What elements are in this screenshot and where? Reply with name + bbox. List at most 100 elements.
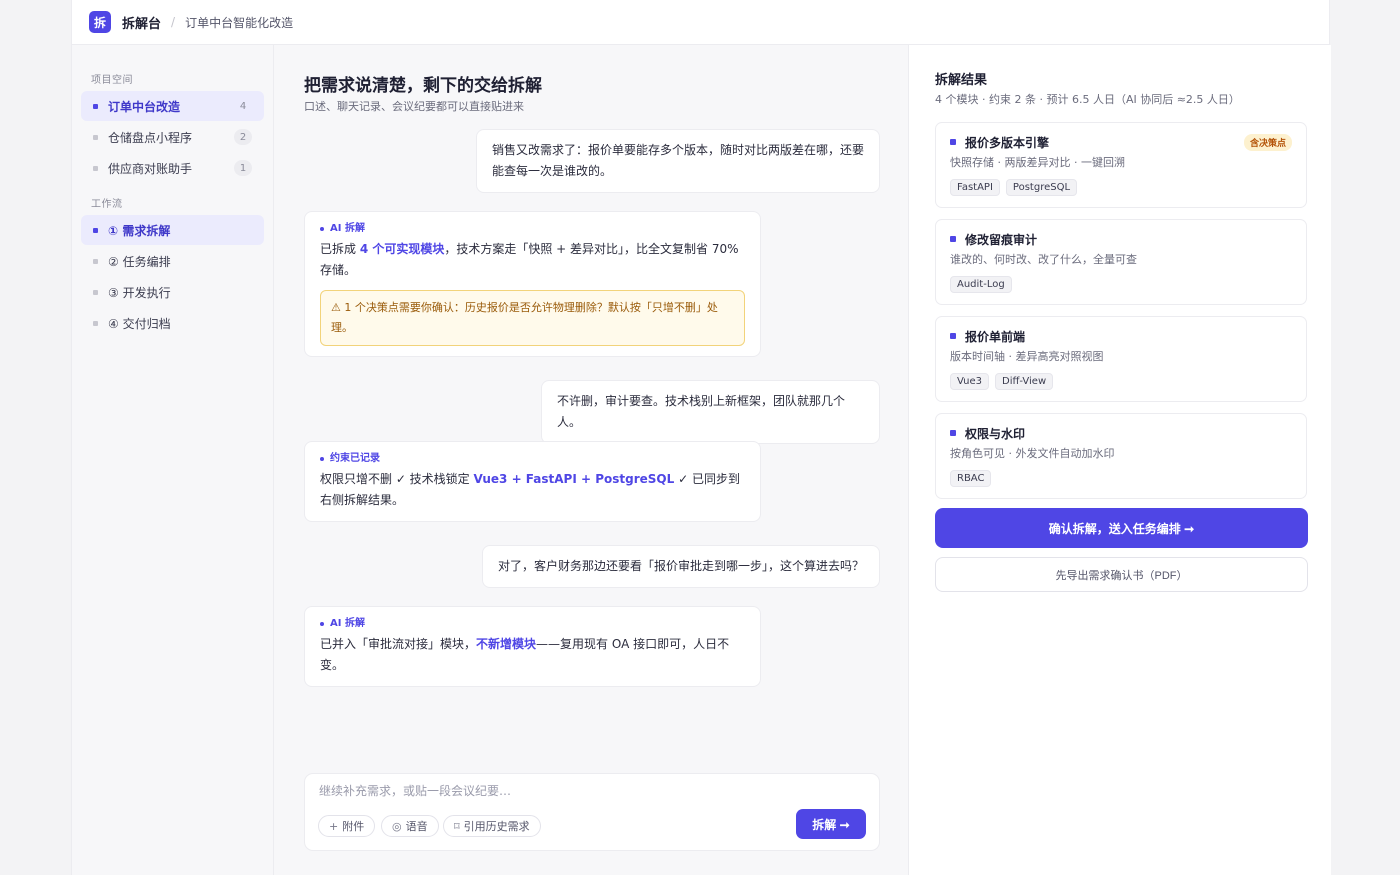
sidebar-item-label: ② 任务编排	[108, 254, 171, 269]
module-icon	[950, 236, 956, 242]
card-description: 按角色可见 · 外发文件自动加水印	[950, 447, 1115, 460]
tag-list: Audit-Log	[950, 276, 1292, 293]
count-badge: 1	[234, 160, 252, 176]
sidebar-item-task-orchestration[interactable]: ② 任务编排	[81, 246, 264, 276]
decision-warning[interactable]: ⚠ 1 个决策点需要你确认：历史报价是否允许物理删除？默认按「只增不删」处理。	[320, 290, 745, 346]
message-highlight: Vue3 + FastAPI + PostgreSQL	[473, 472, 675, 486]
app-name[interactable]: 拆解台	[122, 13, 161, 32]
card-header: 权限与水印	[950, 424, 1292, 442]
app-logo[interactable]: 拆	[89, 11, 111, 33]
sidebar-item-label: ① 需求拆解	[108, 223, 171, 238]
tech-tag: Vue3	[950, 373, 990, 390]
sidebar-item-label: ③ 开发执行	[108, 285, 171, 300]
card-title: 报价多版本引擎	[965, 135, 1050, 150]
result-panel: 拆解结果 4 个模块 · 约束 2 条 · 预计 6.5 人日（AI 协同后 ≈…	[908, 45, 1331, 875]
composer: + 附件 ◎ 语音 ⌑ 引用历史需求 拆解 ➞	[304, 773, 880, 851]
count-badge: 2	[234, 129, 252, 145]
message-text-part: 权限只增不删 ✓ 技术栈锁定	[320, 472, 474, 486]
tech-tag: RBAC	[950, 470, 992, 487]
breakdown-send-button[interactable]: 拆解 ➞	[796, 809, 866, 839]
card-description: 谁改的、何时改、改了什么，全量可查	[950, 253, 1137, 266]
card-header: 报价多版本引擎 含决策点	[950, 133, 1292, 151]
message-text: 已并入「审批流对接」模块，不新增模块——复用现有 OA 接口即可，人日不变。	[320, 634, 745, 676]
sidebar-item-delivery[interactable]: ④ 交付归档	[81, 308, 264, 338]
bullet-icon	[93, 134, 98, 140]
bullet-icon	[93, 227, 98, 233]
attach-button[interactable]: + 附件	[318, 815, 376, 837]
tag-list: Vue3 Diff-View	[950, 373, 1292, 390]
message-text: 对了，客户财务那边还要看「报价审批走到哪一步」，这个算进去吗？	[498, 559, 865, 573]
workflow-section-label: 工作流	[91, 199, 123, 210]
user-message: 销售又改需求了：报价单要能存多个版本，随时对比两版差在哪，还要能查每一次是谁改的…	[476, 129, 880, 193]
page-title: 把需求说清楚，剩下的交给拆解	[304, 76, 542, 96]
bullet-icon	[93, 103, 98, 109]
module-icon	[950, 139, 956, 145]
requirement-input[interactable]	[319, 784, 779, 798]
message-text: 已拆成 4 个可实现模块，技术方案走「快照 + 差异对比」，比全文复制省 70%…	[320, 239, 745, 281]
message-text-part: 已并入「审批流对接」模块，	[320, 637, 477, 651]
module-card[interactable]: 报价多版本引擎 含决策点 快照存储 · 两版差异对比 · 一键回溯 FastAP…	[935, 122, 1307, 208]
ai-tag: AI 拆解	[320, 222, 745, 236]
message-text: 不许删，审计要查。技术栈别上新框架，团队就那几个人。	[557, 394, 846, 429]
quote-history-button[interactable]: ⌑ 引用历史需求	[443, 815, 541, 837]
breadcrumb-project[interactable]: 订单中台智能化改造	[185, 14, 293, 31]
module-card[interactable]: 权限与水印 按角色可见 · 外发文件自动加水印 RBAC	[935, 413, 1307, 499]
app-window: 拆 拆解台 / 订单中台智能化改造 项目空间 订单中台改造 4 仓储盘点小程序 …	[71, 0, 1331, 875]
top-bar: 拆 拆解台 / 订单中台智能化改造	[72, 0, 1329, 45]
sidebar-item-supplier-reconcile[interactable]: 供应商对账助手 1	[81, 153, 264, 183]
attach-label: 附件	[342, 820, 365, 833]
card-title: 报价单前端	[965, 329, 1026, 344]
ai-tag-label: 约束已记录	[330, 453, 380, 464]
module-card[interactable]: 报价单前端 版本时间轴 · 差异高亮对照视图 Vue3 Diff-View	[935, 316, 1307, 402]
sidebar-item-development[interactable]: ③ 开发执行	[81, 277, 264, 307]
ai-tag-label: AI 拆解	[330, 223, 365, 234]
export-pdf-button[interactable]: 先导出需求确认书（PDF）	[935, 557, 1308, 592]
history-label: 引用历史需求	[463, 820, 530, 833]
count-badge: 4	[239, 100, 247, 112]
plus-icon: +	[329, 819, 339, 833]
message-text: 销售又改需求了：报价单要能存多个版本，随时对比两版差在哪，还要能查每一次是谁改的…	[492, 143, 865, 178]
tech-tag: FastAPI	[950, 179, 1000, 196]
message-highlight: 不新增模块	[476, 637, 537, 651]
bullet-icon	[93, 258, 98, 264]
panel-summary: 4 个模块 · 约束 2 条 · 预计 6.5 人日（AI 协同后 ≈2.5 人…	[935, 93, 1240, 106]
bullet-icon	[93, 320, 98, 326]
card-header: 报价单前端	[950, 327, 1292, 345]
card-description: 快照存储 · 两版差异对比 · 一键回溯	[950, 156, 1125, 169]
sidebar-item-warehouse-miniapp[interactable]: 仓储盘点小程序 2	[81, 122, 264, 152]
card-title: 修改留痕审计	[965, 232, 1038, 247]
module-icon	[950, 333, 956, 339]
ai-message: AI 拆解 已并入「审批流对接」模块，不新增模块——复用现有 OA 接口即可，人…	[304, 606, 761, 687]
sidebar-item-label: 仓储盘点小程序	[108, 130, 193, 145]
ai-tag-label: AI 拆解	[330, 618, 365, 629]
dot-icon	[320, 622, 324, 626]
dot-icon	[320, 457, 324, 461]
sidebar-item-label: 订单中台改造	[108, 99, 181, 114]
message-highlight: 4 个可实现模块	[359, 242, 445, 256]
card-description: 版本时间轴 · 差异高亮对照视图	[950, 350, 1104, 363]
voice-button[interactable]: ◎ 语音	[381, 815, 439, 837]
tech-tag: Diff-View	[995, 373, 1054, 390]
sidebar-item-order-platform[interactable]: 订单中台改造 4	[81, 91, 264, 121]
tag-list: FastAPI PostgreSQL	[950, 179, 1292, 196]
history-icon: ⌑	[454, 819, 460, 833]
voice-label: 语音	[405, 820, 428, 833]
tag-list: RBAC	[950, 470, 1292, 487]
bullet-icon	[93, 165, 98, 171]
user-message: 对了，客户财务那边还要看「报价审批走到哪一步」，这个算进去吗？	[482, 545, 880, 588]
module-card[interactable]: 修改留痕审计 谁改的、何时改、改了什么，全量可查 Audit-Log	[935, 219, 1307, 305]
card-header: 修改留痕审计	[950, 230, 1292, 248]
decision-badge: 含决策点	[1243, 133, 1292, 151]
sidebar-item-requirement-breakdown[interactable]: ① 需求拆解	[81, 215, 264, 245]
dot-icon	[320, 227, 324, 231]
tech-tag: PostgreSQL	[1005, 179, 1078, 196]
confirm-breakdown-button[interactable]: 确认拆解，送入任务编排 ➞	[935, 508, 1308, 548]
panel-title: 拆解结果	[935, 73, 988, 88]
ai-message: AI 拆解 已拆成 4 个可实现模块，技术方案走「快照 + 差异对比」，比全文复…	[304, 211, 761, 357]
sidebar-item-label: ④ 交付归档	[108, 316, 171, 331]
message-text: 权限只增不删 ✓ 技术栈锁定 Vue3 + FastAPI + PostgreS…	[320, 469, 745, 511]
card-title: 权限与水印	[965, 426, 1026, 441]
message-text-part: 已拆成	[320, 242, 360, 256]
voice-icon: ◎	[392, 819, 402, 833]
project-list: 订单中台改造 4 仓储盘点小程序 2 供应商对账助手 1	[81, 91, 264, 183]
